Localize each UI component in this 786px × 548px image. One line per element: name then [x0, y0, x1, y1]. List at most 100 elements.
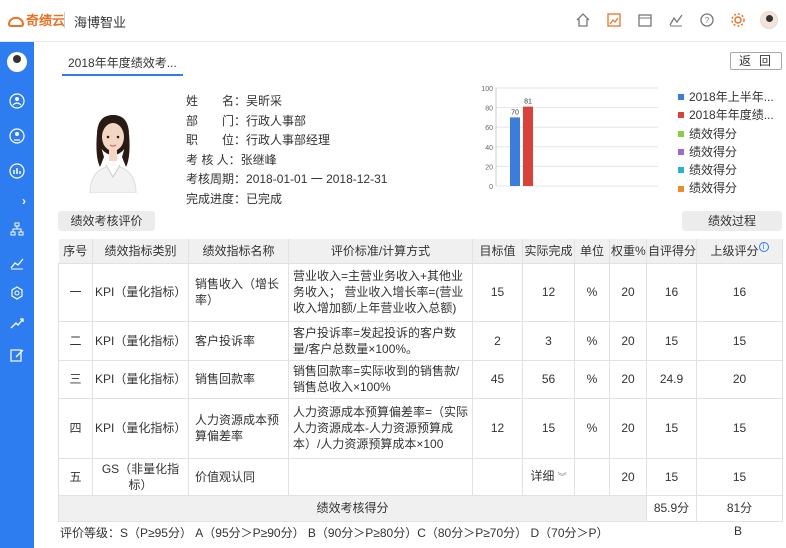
top-icon-bar: ? — [574, 11, 778, 29]
legend-swatch — [678, 94, 684, 101]
table-row: 四 KPI（量化指标） 人力资源成本预算偏差率 人力资源成本预算偏差率=（实际人… — [58, 397, 783, 459]
legend-swatch — [678, 167, 684, 174]
bar-chart-icon[interactable] — [8, 162, 26, 180]
badge-icon[interactable] — [8, 284, 26, 302]
chart-icon[interactable] — [667, 11, 685, 29]
kpi-table: 序号 绩效指标类别 绩效指标名称 评价标准/计算方式 目标值 实际完成 单位 权… — [58, 239, 783, 522]
home-icon[interactable] — [574, 11, 592, 29]
cloud-logo-icon — [8, 16, 24, 27]
col-header: 绩效指标名称 — [188, 239, 289, 263]
chart-legend: 2018年上半年... 2018年年度绩... 绩效得分 绩效得分 绩效得分 绩效得分 — [678, 88, 774, 198]
org-tree-icon[interactable] — [8, 220, 26, 238]
people-icon[interactable] — [8, 92, 26, 110]
growth-icon[interactable] — [8, 314, 26, 332]
chevron-down-icon: ︾ — [557, 472, 567, 482]
table-header-row: 序号 绩效指标类别 绩效指标名称 评价标准/计算方式 目标值 实际完成 单位 权… — [58, 239, 783, 263]
legend-item[interactable]: 绩效得分 — [678, 125, 774, 143]
y-tick-label: 20 — [485, 164, 493, 171]
bar-data-label: 70 — [511, 109, 519, 116]
y-tick-label: 80 — [485, 106, 493, 113]
edit-icon[interactable] — [8, 346, 26, 364]
expand-icon[interactable]: › — [22, 194, 26, 208]
table-row: 二 KPI（量化指标） 客户投诉率 客户投诉率=发起投诉的客户数量/客户总数量×… — [58, 320, 783, 361]
col-header: 单位 — [574, 239, 610, 263]
col-header: 绩效指标类别 — [92, 239, 189, 263]
bar-1 — [523, 106, 533, 186]
table-row: 三 KPI（量化指标） 销售回款率 销售回款率=实际收到的销售款/销售总收入×1… — [58, 359, 783, 399]
employee-dept: 行政人事部 — [246, 113, 307, 128]
legend-item[interactable]: 2018年年度绩... — [678, 106, 774, 124]
col-header: 评价标准/计算方式 — [288, 239, 473, 263]
legend-label: 绩效得分 — [689, 126, 738, 141]
employee-photo — [76, 97, 150, 193]
tab-annual-review[interactable]: 2018年年度绩效考... — [62, 52, 183, 76]
employee-info: 姓 名：吴昕采 部 门：行政人事部 职 位：行政人事部经理 考 核 人：张继峰 … — [186, 92, 387, 209]
review-progress: 已完成 — [246, 191, 283, 206]
grade-value: B — [734, 524, 743, 538]
y-tick-label: 100 — [481, 86, 493, 93]
calendar-icon[interactable] — [636, 11, 654, 29]
legend-label: 2018年年度绩... — [689, 108, 774, 123]
legend-item[interactable]: 绩效得分 — [678, 179, 774, 197]
company-name: 海博智业 — [74, 15, 127, 30]
legend-swatch — [678, 130, 684, 137]
y-tick-label: 0 — [489, 184, 493, 191]
legend-swatch — [678, 149, 684, 156]
employee-name: 吴昕采 — [246, 94, 283, 108]
eval-button[interactable]: 绩效考核评价 — [58, 211, 155, 231]
top-bar: 奇绩云 海博智业 ? — [0, 0, 786, 42]
svg-text:?: ? — [705, 16, 710, 25]
employee-position: 行政人事部经理 — [246, 133, 331, 147]
process-button[interactable]: 绩效过程 — [682, 211, 782, 231]
y-tick-label: 40 — [485, 145, 493, 152]
image-icon[interactable] — [605, 11, 623, 29]
col-header: 自评得分 — [646, 239, 697, 263]
info-reviewer-row: 考 核 人：张继峰 — [186, 152, 277, 167]
legend-swatch — [678, 185, 684, 192]
summary-row: 绩效考核得分 85.9分 81分 — [58, 494, 783, 522]
summary-supervisor-score: 81分 — [696, 494, 783, 522]
col-header: 目标值 — [472, 239, 523, 263]
bar-data-label: 81 — [524, 99, 532, 106]
legend-label: 绩效得分 — [689, 144, 738, 159]
info-icon[interactable]: i — [758, 242, 769, 253]
info-position-row: 职 位：行政人事部经理 — [186, 133, 331, 147]
help-icon[interactable]: ? — [698, 11, 716, 29]
logo-text: 奇绩云 — [26, 13, 66, 28]
col-header: 序号 — [58, 239, 93, 263]
score-bar-chart: 100 80 60 40 20 0 70 81 — [481, 86, 658, 191]
legend-label: 2018年上半年... — [689, 90, 774, 104]
sidebar-avatar[interactable] — [7, 52, 27, 72]
legend-label: 绩效得分 — [689, 163, 738, 178]
col-header: 权重% — [609, 239, 647, 263]
legend-item[interactable]: 绩效得分 — [678, 143, 774, 161]
legend-swatch — [678, 112, 684, 119]
y-tick-label: 60 — [485, 125, 493, 132]
bar-0 — [510, 117, 520, 186]
legend-item[interactable]: 绩效得分 — [678, 161, 774, 179]
summary-self-score: 85.9分 — [646, 494, 697, 522]
info-name-row: 姓 名：吴昕采 — [186, 94, 283, 108]
legend-item[interactable]: 2018年上半年... — [678, 88, 774, 106]
legend-label: 绩效得分 — [689, 181, 738, 196]
gear-icon[interactable] — [729, 11, 747, 29]
user-avatar[interactable] — [760, 11, 778, 29]
table-row: 五 GS（非量化指标） 价值观认同 详细 ︾ 20 15 15 — [58, 457, 783, 496]
summary-label: 绩效考核得分 — [58, 494, 647, 522]
review-period: 2018-01-01 一 2018-12-31 — [246, 172, 388, 186]
info-progress-row: 完成进度：已完成 — [186, 191, 283, 206]
table-row: 一 KPI（量化指标） 销售收入（增长率） 营业收入=主营业务收入+其他业务收入… — [58, 262, 783, 322]
trend-icon[interactable] — [8, 254, 26, 272]
app-logo[interactable]: 奇绩云 — [8, 10, 65, 29]
info-dept-row: 部 门：行政人事部 — [186, 113, 307, 128]
user-circle-icon[interactable] — [8, 127, 26, 145]
back-button[interactable]: 返回 — [730, 52, 782, 70]
col-header: 实际完成 — [522, 239, 575, 263]
col-header-supervisor: 上级评分 i — [696, 239, 783, 263]
sidebar: › — [0, 42, 34, 548]
reviewer-name: 张继峰 — [240, 152, 277, 167]
info-period-row: 考核周期：2018-01-01 一 2018-12-31 — [186, 172, 388, 186]
grade-scale: 评价等级：S（P≥95分） A（95分＞P≥90分） B（90分＞P≥80分）C… — [60, 526, 609, 540]
detail-link[interactable]: 详细 ︾ — [522, 457, 575, 496]
logo-divider — [64, 12, 65, 28]
